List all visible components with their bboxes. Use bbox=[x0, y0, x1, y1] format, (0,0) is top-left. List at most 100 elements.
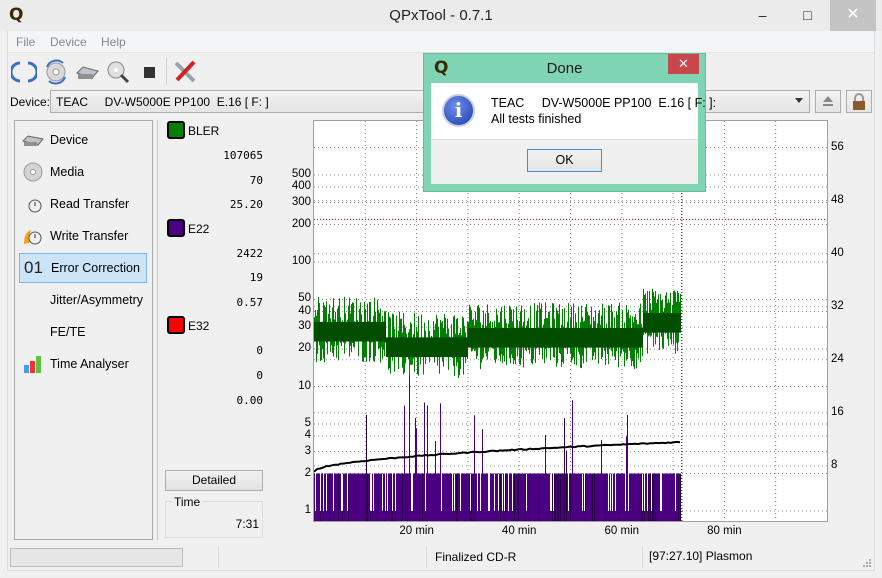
e22-bar bbox=[365, 473, 366, 521]
e22-bar bbox=[617, 473, 618, 521]
resize-grip-icon[interactable] bbox=[862, 558, 872, 568]
disc-search-icon[interactable] bbox=[105, 59, 131, 85]
e22-bar bbox=[366, 414, 367, 521]
e22-bar bbox=[532, 473, 533, 521]
e22-bar bbox=[328, 473, 329, 521]
time-value: 7:31 bbox=[235, 517, 259, 531]
e22-bar bbox=[520, 473, 521, 521]
e22-bar bbox=[572, 400, 573, 521]
e22-bar bbox=[624, 473, 625, 521]
e22-bar bbox=[323, 511, 324, 521]
e22-bar bbox=[493, 473, 494, 521]
sidebar-item-fe-te[interactable]: FE/TE bbox=[19, 318, 147, 346]
e22-bar bbox=[436, 473, 437, 521]
e22-bar bbox=[550, 511, 551, 521]
e22-bar bbox=[376, 473, 377, 521]
sidebar-item-read-transfer[interactable]: Read Transfer bbox=[19, 190, 147, 218]
e22-bar bbox=[621, 473, 622, 521]
e22-bar bbox=[643, 473, 644, 521]
sidebar-item-error-correction[interactable]: 01 Error Correction bbox=[19, 253, 147, 283]
e22-avg: 0.57 bbox=[236, 296, 264, 309]
e32-color-swatch[interactable] bbox=[167, 316, 185, 334]
stop-icon[interactable] bbox=[137, 59, 163, 85]
e22-bar bbox=[524, 473, 525, 521]
e22-bar bbox=[597, 473, 598, 521]
e22-bar bbox=[465, 473, 466, 521]
e22-bar bbox=[577, 473, 578, 521]
e22-bar bbox=[363, 473, 364, 521]
close-button[interactable]: ✕ bbox=[830, 0, 876, 31]
e22-bar bbox=[526, 511, 527, 521]
sidebar-item-time-analyser[interactable]: Time Analyser bbox=[19, 350, 147, 378]
e22-bar bbox=[571, 473, 572, 521]
e22-bar bbox=[650, 473, 651, 521]
maximize-button[interactable]: □ bbox=[785, 0, 830, 31]
e22-bar bbox=[623, 473, 624, 521]
e22-bar bbox=[483, 473, 484, 521]
drive-icon[interactable] bbox=[74, 59, 100, 85]
menu-help[interactable]: Help bbox=[101, 35, 126, 49]
e22-bar bbox=[499, 473, 500, 521]
e22-bar bbox=[496, 473, 497, 521]
e22-bar bbox=[561, 473, 562, 521]
e22-bar bbox=[441, 511, 442, 521]
e22-bar bbox=[389, 473, 390, 521]
y-tick-label: 40 bbox=[298, 304, 311, 317]
sidebar-item-write-transfer[interactable]: Write Transfer bbox=[19, 222, 147, 250]
ok-button[interactable]: OK bbox=[527, 149, 602, 172]
e22-bar bbox=[397, 473, 398, 521]
e22-bar bbox=[640, 473, 641, 521]
e22-bar bbox=[642, 511, 643, 521]
e22-bar bbox=[315, 511, 316, 521]
e22-bar bbox=[458, 473, 459, 521]
menu-file[interactable]: File bbox=[16, 35, 35, 49]
series-name: E32 bbox=[188, 319, 210, 333]
e22-bar bbox=[381, 473, 382, 521]
menu-bar bbox=[8, 31, 874, 53]
speed-line bbox=[314, 440, 681, 473]
e22-bar bbox=[591, 473, 592, 521]
y-tick-label: 3 bbox=[304, 444, 311, 457]
e22-bar bbox=[412, 511, 413, 521]
e22-bar bbox=[507, 473, 508, 521]
e22-bar bbox=[334, 473, 335, 521]
disc-refresh-icon[interactable] bbox=[43, 59, 69, 85]
tools-icon[interactable] bbox=[172, 59, 198, 85]
e22-bar bbox=[603, 473, 604, 521]
dialog-close-button[interactable]: ✕ bbox=[668, 54, 699, 74]
e22-color-swatch[interactable] bbox=[167, 219, 185, 237]
eject-button[interactable] bbox=[815, 90, 841, 113]
e22-bar bbox=[392, 511, 393, 521]
lock-button[interactable] bbox=[846, 90, 872, 113]
e22-bar bbox=[416, 428, 417, 521]
series-name: BLER bbox=[188, 124, 220, 138]
e22-bar bbox=[444, 473, 445, 521]
sidebar-item-device[interactable]: Device bbox=[19, 126, 147, 154]
e22-bar bbox=[367, 473, 368, 521]
e22-bar bbox=[403, 473, 404, 521]
e22-bar bbox=[485, 473, 486, 521]
e22-bar bbox=[382, 511, 383, 521]
stopwatch-icon bbox=[28, 199, 42, 213]
menu-device[interactable]: Device bbox=[50, 35, 87, 49]
refresh-icon[interactable] bbox=[11, 59, 37, 85]
e22-bar bbox=[537, 473, 538, 521]
e22-bar bbox=[665, 473, 666, 521]
e22-bar bbox=[551, 511, 552, 521]
sidebar-item-jitter-asymmetry[interactable]: Jitter/Asymmetry bbox=[19, 286, 147, 314]
bler-total: 107065 bbox=[223, 149, 263, 162]
e22-bar bbox=[380, 473, 381, 521]
y-tick-label: 100 bbox=[291, 255, 311, 267]
e22-bar bbox=[677, 473, 678, 521]
e22-bar bbox=[635, 473, 636, 521]
e22-bar bbox=[655, 473, 656, 521]
bler-color-swatch[interactable] bbox=[167, 121, 185, 139]
sidebar-item-media[interactable]: Media bbox=[19, 158, 147, 186]
y-tick-label: 300 bbox=[291, 195, 311, 208]
detailed-button[interactable]: Detailed bbox=[165, 470, 263, 491]
minimize-button[interactable]: – bbox=[740, 0, 785, 31]
e22-bar bbox=[680, 473, 681, 521]
e22-bar bbox=[506, 473, 507, 521]
e22-bar bbox=[357, 473, 358, 521]
e22-bar bbox=[521, 473, 522, 521]
